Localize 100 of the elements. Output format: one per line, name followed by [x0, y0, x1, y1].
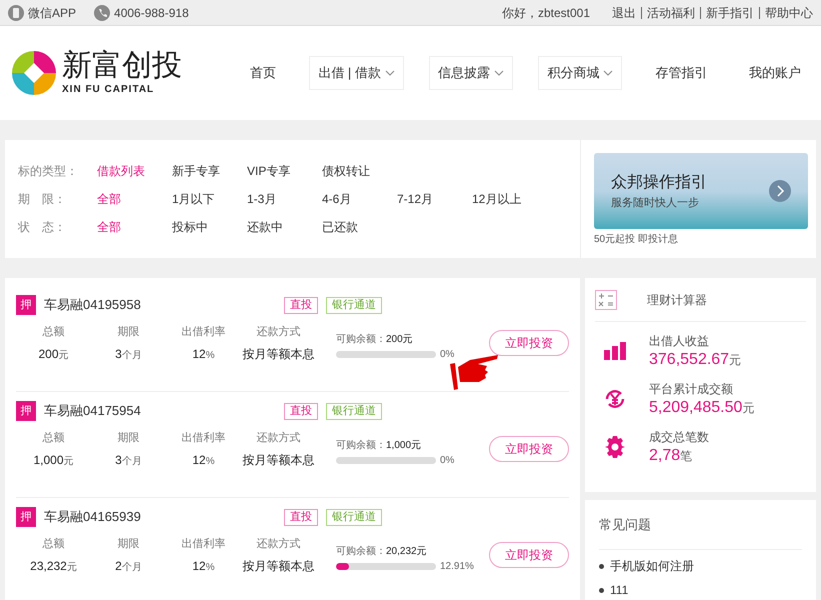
logo-name: 新富创投 — [62, 50, 182, 82]
column-label: 出借利率 — [182, 430, 226, 446]
faq-link[interactable]: 手机版如何注册 — [610, 557, 694, 575]
column-label: 期限 — [118, 431, 140, 446]
column-value: 12% — [192, 452, 215, 468]
loan-tag: 直投 — [284, 508, 318, 526]
column-label: 出借利率 — [182, 536, 226, 552]
filter-option[interactable]: 7-12月 — [397, 190, 472, 208]
column-value: 12% — [192, 558, 215, 574]
logo-subtitle: XIN FU CAPITAL — [62, 82, 156, 96]
filter-option[interactable]: 新手专享 — [172, 162, 247, 180]
filter-option[interactable]: 借款列表 — [97, 162, 172, 180]
column-label: 总额 — [42, 536, 64, 552]
loan-name: 车易融04165939 — [44, 508, 142, 526]
column-value: 3个月 — [115, 452, 142, 468]
filter-option[interactable]: 全部 — [97, 190, 172, 208]
top-link[interactable]: 退出 — [612, 4, 636, 22]
loan-type-badge: 押 — [16, 507, 36, 527]
filter-option[interactable]: VIP专享 — [247, 162, 322, 180]
nav-item[interactable]: 我的账户 — [740, 57, 809, 89]
invest-button[interactable]: 立即投资 — [489, 436, 569, 462]
remaining-amount: 可购余额：1,000元 — [336, 438, 422, 454]
filter-option[interactable]: 12月以上 — [472, 190, 547, 208]
column-value: 2个月 — [115, 558, 142, 574]
column-label: 还款方式 — [256, 536, 300, 552]
column-value: 按月等额本息 — [242, 346, 314, 362]
greeting: 你好，zbtest001 — [502, 4, 590, 22]
loan-tag: 直投 — [284, 402, 318, 420]
calculator-icon[interactable] — [595, 290, 617, 310]
top-link[interactable]: 帮助中心 — [765, 4, 813, 22]
phone-device-icon — [8, 4, 24, 20]
stat-label: 出借人收益 — [649, 333, 710, 350]
loan-tag: 银行通道 — [326, 296, 382, 314]
filter-option[interactable]: 全部 — [97, 218, 172, 236]
stat-value: 2,78笔 — [649, 446, 694, 466]
top-link[interactable]: 活动福利 — [647, 4, 695, 22]
phone-icon — [94, 4, 110, 20]
nav-item[interactable]: 存管指引 — [648, 57, 716, 89]
remaining-amount: 可购余额：200元 — [336, 332, 414, 348]
loan-tag: 直投 — [284, 296, 318, 314]
faq-title: 常见问题 — [599, 516, 651, 534]
column-label: 还款方式 — [256, 430, 300, 446]
filter-label: 期 限： — [18, 191, 67, 208]
app-link[interactable]: 微信APP — [28, 4, 76, 22]
nav-item[interactable]: 积分商城 — [538, 56, 622, 90]
loan-type-badge: 押 — [16, 401, 36, 421]
chevron-down-icon — [384, 70, 395, 76]
loan-name: 车易融04175954 — [44, 402, 142, 420]
column-value: 23,232元 — [30, 558, 77, 574]
chevron-right-icon[interactable] — [769, 180, 791, 202]
chevron-down-icon — [603, 70, 614, 76]
guide-banner[interactable]: 众邦操作指引 服务随时快人一步 — [594, 153, 808, 229]
column-value: 按月等额本息 — [242, 452, 314, 468]
nav-item[interactable]: 出借 | 借款 — [309, 56, 404, 90]
chevron-down-icon — [494, 70, 504, 76]
bullet-icon — [599, 564, 604, 568]
invest-button[interactable]: 立即投资 — [489, 542, 569, 568]
column-label: 总额 — [42, 324, 64, 340]
column-value: 3个月 — [115, 346, 142, 362]
gear-icon — [603, 435, 627, 459]
filter-option[interactable]: 1月以下 — [172, 190, 247, 208]
banner-caption: 50元起投 即投计息 — [594, 232, 679, 247]
currency-exchange-icon — [603, 387, 627, 411]
column-value: 200元 — [38, 346, 69, 362]
banner-title: 众邦操作指引 — [611, 172, 708, 193]
nav-item[interactable]: 首页 — [242, 57, 284, 89]
progress-percent: 0% — [440, 454, 454, 468]
faq-link[interactable]: 111 — [610, 581, 628, 599]
filter-option[interactable]: 债权转让 — [322, 162, 397, 180]
column-value: 1,000元 — [33, 452, 74, 468]
column-label: 期限 — [118, 325, 140, 340]
column-label: 出借利率 — [182, 324, 226, 340]
top-link[interactable]: 新手指引 — [706, 4, 754, 22]
progress-percent: 12.91% — [440, 560, 474, 574]
bullet-icon — [599, 588, 604, 592]
stat-value: 376,552.67元 — [649, 350, 742, 370]
stat-label: 成交总笔数 — [649, 429, 709, 446]
filter-label: 标的类型： — [18, 163, 79, 180]
progress-percent: 0% — [440, 348, 454, 362]
loan-type-badge: 押 — [16, 295, 36, 315]
filter-option[interactable]: 还款中 — [247, 218, 322, 236]
filter-label: 状 态： — [18, 219, 67, 236]
column-value: 12% — [192, 346, 215, 362]
calculator-link[interactable]: 理财计算器 — [647, 290, 707, 308]
filter-option[interactable]: 已还款 — [322, 218, 397, 236]
filter-option[interactable]: 4-6月 — [322, 190, 397, 208]
column-label: 还款方式 — [256, 324, 300, 340]
phone-number: 4006-988-918 — [114, 4, 189, 22]
column-label: 总额 — [42, 430, 64, 446]
banner-subtitle: 服务随时快人一步 — [611, 196, 700, 211]
nav-item[interactable]: 信息披露 — [429, 56, 514, 90]
remaining-amount: 可购余额：20,232元 — [336, 544, 428, 560]
filter-option[interactable]: 投标中 — [172, 218, 247, 236]
stat-value: 5,209,485.50元 — [649, 398, 754, 418]
invest-button[interactable]: 立即投资 — [489, 330, 569, 356]
column-label: 期限 — [118, 537, 140, 552]
filter-option[interactable]: 1-3月 — [247, 190, 322, 208]
column-value: 按月等额本息 — [242, 558, 314, 574]
loan-tag: 银行通道 — [326, 508, 382, 526]
logo-icon — [12, 51, 56, 95]
